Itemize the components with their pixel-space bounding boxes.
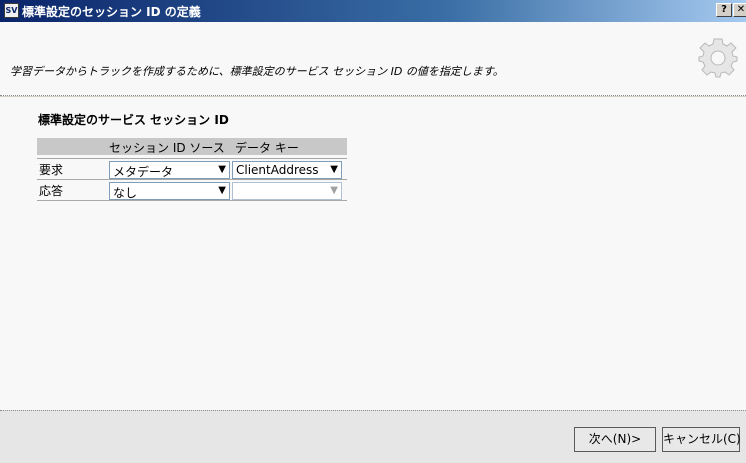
row-divider bbox=[37, 200, 347, 201]
dropdown-arrow-icon[interactable]: ▼ bbox=[218, 183, 226, 199]
row-divider bbox=[37, 179, 347, 180]
column-header-source: セッション ID ソース bbox=[109, 141, 225, 155]
row-label-response: 応答 bbox=[39, 184, 64, 198]
wizard-header: 学習データからトラックを作成するために、標準設定のサービス セッション ID の… bbox=[0, 22, 746, 96]
request-source-select[interactable]: メタデータ ▼ bbox=[109, 161, 230, 179]
table-header: セッション ID ソース データ キー bbox=[37, 138, 347, 155]
dropdown-arrow-icon[interactable]: ▼ bbox=[218, 162, 226, 178]
description-text: 学習データからトラックを作成するために、標準設定のサービス セッション ID の… bbox=[10, 65, 504, 78]
request-source-value: メタデータ bbox=[113, 165, 174, 179]
response-source-value: なし bbox=[113, 186, 138, 200]
dropdown-arrow-icon[interactable]: ▼ bbox=[330, 162, 338, 178]
row-label-request: 要求 bbox=[39, 163, 64, 177]
section-title: 標準設定のサービス セッション ID bbox=[38, 113, 229, 127]
column-header-data-key: データ キー bbox=[235, 141, 299, 155]
content-area: 標準設定のサービス セッション ID セッション ID ソース データ キー 要… bbox=[0, 97, 746, 410]
wizard-footer: 次へ(N)> キャンセル(C) bbox=[0, 410, 746, 463]
close-button[interactable]: ✕ bbox=[733, 3, 746, 17]
table-row: 応答 なし ▼ ▼ bbox=[37, 180, 347, 200]
title-bar: SV 標準設定のセッション ID の定義 ? ✕ bbox=[0, 0, 746, 22]
response-data-key-select: ▼ bbox=[232, 182, 342, 200]
request-data-key-value: ClientAddress bbox=[236, 163, 319, 177]
request-data-key-select[interactable]: ClientAddress ▼ bbox=[232, 161, 342, 179]
app-icon: SV bbox=[4, 3, 19, 18]
help-button[interactable]: ? bbox=[716, 3, 732, 17]
response-source-select[interactable]: なし ▼ bbox=[109, 182, 230, 200]
gear-icon bbox=[698, 38, 738, 78]
table-row: 要求 メタデータ ▼ ClientAddress ▼ bbox=[37, 159, 347, 179]
row-divider bbox=[37, 158, 347, 159]
dropdown-arrow-icon: ▼ bbox=[330, 185, 338, 196]
next-button[interactable]: 次へ(N)> bbox=[574, 427, 656, 452]
cancel-button[interactable]: キャンセル(C) bbox=[662, 427, 741, 452]
window-title: 標準設定のセッション ID の定義 bbox=[22, 5, 201, 19]
